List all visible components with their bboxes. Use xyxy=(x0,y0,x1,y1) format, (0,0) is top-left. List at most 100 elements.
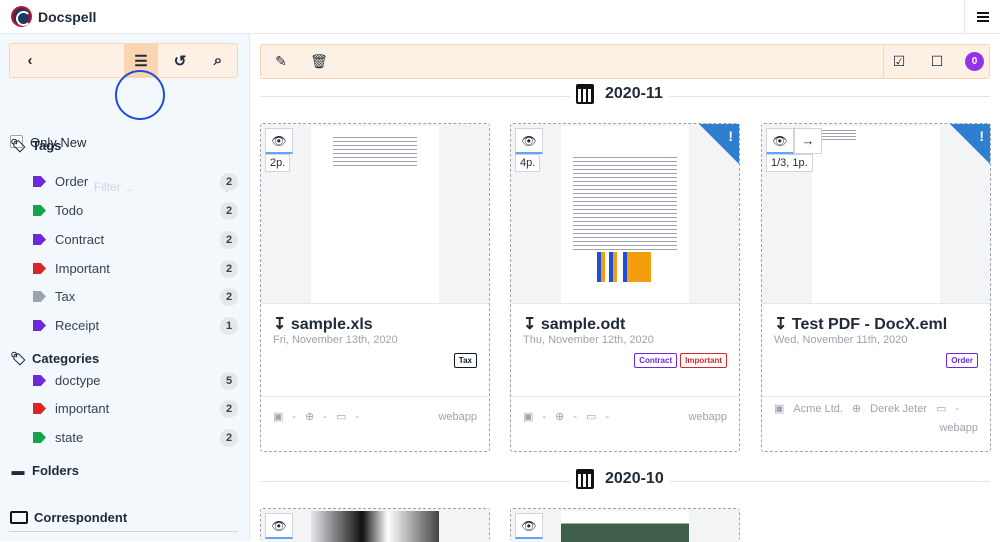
item-date: Fri, November 13th, 2020 xyxy=(273,334,398,346)
card-preview[interactable]: 👁 4p. ! xyxy=(511,124,739,304)
tags-icon: 🏷 xyxy=(10,138,27,153)
tag-icon xyxy=(33,234,46,245)
preview-eye-icon[interactable]: 👁 xyxy=(265,128,293,154)
correspondent-heading[interactable]: Correspondent xyxy=(10,510,127,525)
tag-item-contract[interactable]: Contract 2 xyxy=(33,230,238,250)
card-preview[interactable]: 👁 → 1/3, 1p. ! xyxy=(762,124,990,304)
tag-item-tax[interactable]: Tax 2 xyxy=(33,287,238,307)
item-title-text: sample.odt xyxy=(540,316,626,333)
category-label: doctype xyxy=(55,373,101,388)
main-menu-button[interactable] xyxy=(964,0,1000,34)
group-header-2020-10: 2020-10 xyxy=(260,467,990,497)
item-correspondent: Acme Ltd. xyxy=(793,402,843,415)
tag-item-order[interactable]: Order 2 xyxy=(33,172,238,192)
item-card[interactable]: 👁 4p. ! ↧ sample.odt Thu, November 12th,… xyxy=(510,123,740,452)
item-title[interactable]: ↧ sample.odt xyxy=(523,314,625,334)
item-title-text: Test PDF - DocX.eml xyxy=(791,316,948,333)
item-title[interactable]: ↧ sample.xls xyxy=(273,314,373,334)
item-tag[interactable]: Order xyxy=(946,353,978,368)
search-icon[interactable]: ⌕ xyxy=(203,44,233,77)
card-preview[interactable]: 👁 xyxy=(511,509,739,542)
calendar-icon xyxy=(576,84,594,104)
item-tag[interactable]: Contract xyxy=(634,353,678,368)
category-label: important xyxy=(55,401,110,416)
tag-item-important[interactable]: Important 2 xyxy=(33,259,238,279)
document-preview-image xyxy=(311,126,439,303)
document-preview-image xyxy=(311,511,439,542)
tag-label: Contract xyxy=(55,232,105,247)
tag-label: Todo xyxy=(55,203,84,218)
calendar-icon xyxy=(576,469,594,489)
app-title[interactable]: Docspell xyxy=(38,9,96,25)
preview-eye-icon[interactable]: 👁 xyxy=(515,513,543,539)
sidebar: ‹ ☰ ↺ ⌕ Only New 🏷Tags Filter ... ⌕ Orde… xyxy=(0,34,250,541)
docspell-logo-icon[interactable] xyxy=(11,6,32,27)
preview-eye-icon[interactable]: 👁 xyxy=(265,513,293,539)
tag-count: 2 xyxy=(220,173,238,191)
tag-item-todo[interactable]: Todo 2 xyxy=(33,201,238,221)
main-content: ✎ 🗑 ☑ ☐ 0 2020-11 👁 2p. ↧ sample.xls Fri… xyxy=(251,34,1000,542)
item-date: Thu, November 12th, 2020 xyxy=(523,334,654,346)
document-preview-image xyxy=(561,126,689,303)
group-label: 2020-11 xyxy=(605,85,663,102)
document-preview-image xyxy=(812,126,940,303)
item-card[interactable]: 👁 xyxy=(260,508,490,542)
tags-heading[interactable]: 🏷 Tags xyxy=(10,138,61,154)
folder-icon: ▭ xyxy=(936,403,947,415)
item-card[interactable]: 👁 xyxy=(510,508,740,542)
trash-icon[interactable]: 🗑 xyxy=(301,45,337,78)
tag-count: 1 xyxy=(220,317,238,335)
tag-count: 2 xyxy=(220,231,238,249)
tag-icon xyxy=(33,291,46,302)
concerning-icon: ⊕ xyxy=(305,411,315,423)
document-preview-image xyxy=(561,511,689,542)
action-toolbar: ✎ 🗑 ☑ ☐ 0 xyxy=(260,44,990,79)
tag-label: Receipt xyxy=(55,318,100,333)
folder-icon: ▬ xyxy=(11,463,25,478)
reset-icon[interactable]: ↺ xyxy=(165,44,195,77)
card-preview[interactable]: 👁 2p. xyxy=(261,124,489,304)
correspondent-icon: ▣ xyxy=(523,411,534,423)
item-tag[interactable]: Important xyxy=(680,353,727,368)
category-label: state xyxy=(55,430,84,445)
correspondent-icon: ▣ xyxy=(273,411,284,423)
item-tag[interactable]: Tax xyxy=(453,353,477,368)
group-label: 2020-10 xyxy=(605,470,664,487)
divider xyxy=(9,531,238,532)
tag-item-receipt[interactable]: Receipt 1 xyxy=(33,316,238,336)
tag-icon xyxy=(33,403,46,414)
next-attachment-icon[interactable]: → xyxy=(794,128,822,154)
folders-heading[interactable]: ▬ Folders xyxy=(10,463,79,478)
item-card[interactable]: 👁 2p. ↧ sample.xls Fri, November 13th, 2… xyxy=(260,123,490,452)
category-item-important[interactable]: important 2 xyxy=(33,399,238,419)
select-none-icon[interactable]: ☐ xyxy=(919,45,955,78)
address-card-icon xyxy=(10,511,28,524)
tag-icon xyxy=(33,263,46,274)
page-count: 4p. xyxy=(515,154,541,172)
folder-icon: ▭ xyxy=(335,411,347,423)
category-item-state[interactable]: state 2 xyxy=(33,428,238,448)
select-all-icon[interactable]: ☑ xyxy=(881,45,917,78)
category-count: 5 xyxy=(220,372,238,390)
item-card[interactable]: 👁 → 1/3, 1p. ! ↧ Test PDF - DocX.eml Wed… xyxy=(761,123,991,452)
concerning-icon: ⊕ xyxy=(555,411,565,423)
tag-label: Order xyxy=(55,174,89,189)
correspondent-icon: ▣ xyxy=(774,403,785,415)
item-concerning: Derek Jeter xyxy=(870,402,928,415)
preview-eye-icon[interactable]: 👁 xyxy=(766,128,794,154)
item-correspondent: - xyxy=(542,410,547,423)
edit-icon[interactable]: ✎ xyxy=(263,45,299,78)
category-count: 2 xyxy=(220,429,238,447)
tag-icon xyxy=(33,375,46,386)
tag-label: Tax xyxy=(55,289,76,304)
new-item-marker: ! xyxy=(950,124,990,164)
categories-heading[interactable]: 🏷 Categories xyxy=(10,351,99,367)
category-item-doctype[interactable]: doctype 5 xyxy=(33,371,238,391)
item-title[interactable]: ↧ Test PDF - DocX.eml xyxy=(774,314,947,334)
page-count: 1/3, 1p. xyxy=(766,154,813,172)
back-icon[interactable]: ‹ xyxy=(15,44,45,77)
item-source: webapp xyxy=(939,422,978,434)
tag-count: 2 xyxy=(220,202,238,220)
card-preview[interactable]: 👁 xyxy=(261,509,489,542)
preview-eye-icon[interactable]: 👁 xyxy=(515,128,543,154)
